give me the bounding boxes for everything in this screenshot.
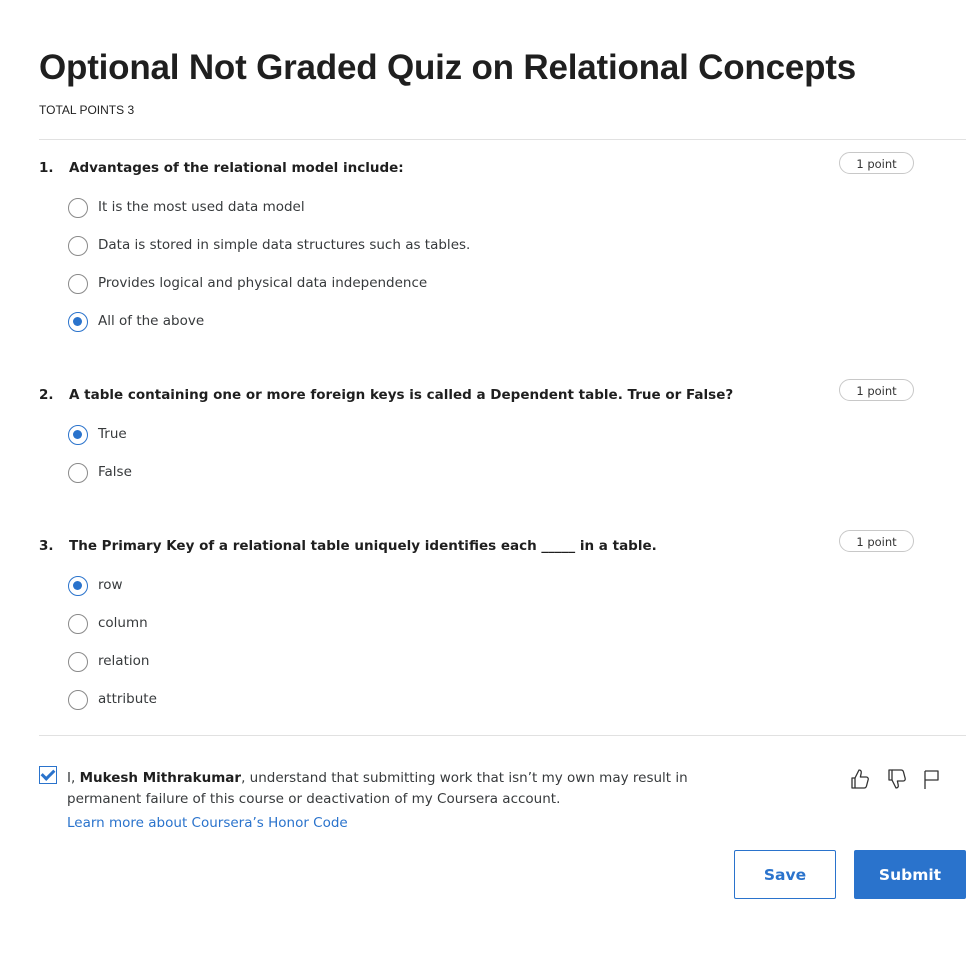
option-label: attribute (98, 691, 157, 707)
radio-button[interactable] (68, 463, 88, 483)
flag-icon[interactable] (921, 767, 943, 791)
honor-statement: I, Mukesh Mithrakumar, understand that s… (67, 768, 757, 810)
honor-checkbox[interactable] (39, 766, 57, 784)
divider-top (39, 139, 966, 140)
question-number: 3. (39, 538, 54, 554)
option-label: row (98, 577, 123, 593)
option-label: True (98, 426, 127, 442)
honor-code-link[interactable]: Learn more about Coursera’s Honor Code (67, 815, 348, 831)
option-label: False (98, 464, 132, 480)
question-number: 1. (39, 160, 54, 176)
question-number: 2. (39, 387, 54, 403)
question-text: Advantages of the relational model inclu… (69, 160, 404, 176)
question-text: The Primary Key of a relational table un… (69, 538, 657, 554)
radio-button[interactable] (68, 690, 88, 710)
submit-button[interactable]: Submit (854, 850, 966, 899)
honor-prefix: I, (67, 770, 80, 786)
radio-button[interactable] (68, 274, 88, 294)
option-label: column (98, 615, 148, 631)
radio-button[interactable] (68, 576, 88, 596)
option-label: relation (98, 653, 150, 669)
option-label: It is the most used data model (98, 199, 305, 215)
radio-button[interactable] (68, 236, 88, 256)
thumbs-up-icon[interactable] (849, 767, 871, 791)
save-button[interactable]: Save (734, 850, 836, 899)
option-label: Provides logical and physical data indep… (98, 275, 428, 291)
page-title: Optional Not Graded Quiz on Relational C… (39, 48, 857, 87)
divider-bottom (39, 735, 966, 736)
radio-button[interactable] (68, 312, 88, 332)
total-points: TOTAL POINTS 3 (39, 103, 135, 117)
points-badge: 1 point (839, 530, 914, 552)
radio-button[interactable] (68, 425, 88, 445)
radio-button[interactable] (68, 198, 88, 218)
thumbs-down-icon[interactable] (886, 767, 908, 791)
points-badge: 1 point (839, 152, 914, 174)
option-label: All of the above (98, 313, 205, 329)
points-badge: 1 point (839, 379, 914, 401)
radio-button[interactable] (68, 652, 88, 672)
radio-button[interactable] (68, 614, 88, 634)
question-text: A table containing one or more foreign k… (69, 387, 734, 403)
learner-name: Mukesh Mithrakumar (79, 770, 242, 786)
option-label: Data is stored in simple data structures… (98, 237, 471, 253)
